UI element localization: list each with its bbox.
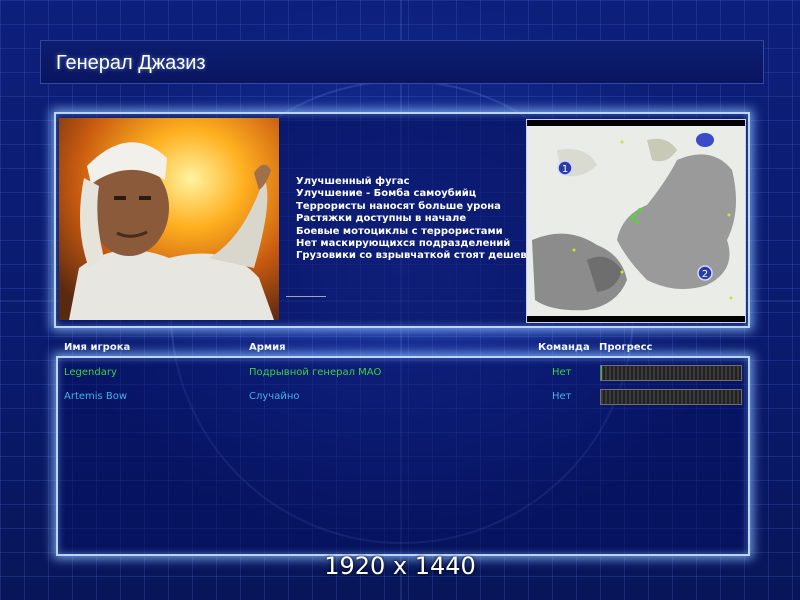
- start-position-1-label: 1: [562, 164, 568, 175]
- minimap[interactable]: 1 2: [526, 119, 746, 323]
- player-progress-bar: [600, 389, 742, 405]
- feature-item: Растяжки доступны в начале: [296, 213, 467, 225]
- player-name: Artemis Bow: [64, 391, 128, 402]
- feature-item: Террористы наносят больше урона: [296, 200, 501, 212]
- column-header-player: Имя игрока: [64, 342, 131, 353]
- feature-item: Грузовики со взрывчаткой стоят дешевле: [296, 250, 541, 262]
- column-header-army: Армия: [249, 342, 286, 353]
- general-portrait: [59, 118, 279, 320]
- player-team: Нет: [552, 367, 572, 378]
- general-features-list: Улучшенный фугас Улучшение - Бомба самоу…: [296, 176, 541, 263]
- features-separator: [286, 296, 326, 297]
- feature-item: Улучшенный фугас: [296, 176, 410, 187]
- player-list-panel: [56, 356, 750, 556]
- feature-item: Боевые мотоциклы с террористами: [296, 225, 503, 237]
- player-team: Нет: [552, 391, 572, 402]
- player-army: Случайно: [249, 391, 300, 402]
- player-progress-bar: [600, 365, 742, 381]
- feature-item: Улучшение - Бомба самоубийц: [296, 188, 477, 200]
- portrait-image: [59, 118, 279, 320]
- page-title: Генерал Джазиз: [56, 52, 206, 74]
- player-army: Подрывной генерал MAO: [249, 367, 382, 378]
- progress-fill: [601, 366, 603, 380]
- column-header-progress: Прогресс: [599, 342, 653, 353]
- resolution-label: 1920 x 1440: [324, 552, 476, 580]
- feature-item: Нет маскирующихся подразделений: [296, 238, 511, 250]
- start-position-2-label: 2: [702, 269, 708, 280]
- minimap-terrain: 1 2: [527, 126, 745, 316]
- player-table-header: Имя игрока Армия Команда Прогресс: [0, 342, 800, 356]
- column-header-team: Команда: [538, 342, 590, 353]
- player-name: Legendary: [64, 367, 117, 378]
